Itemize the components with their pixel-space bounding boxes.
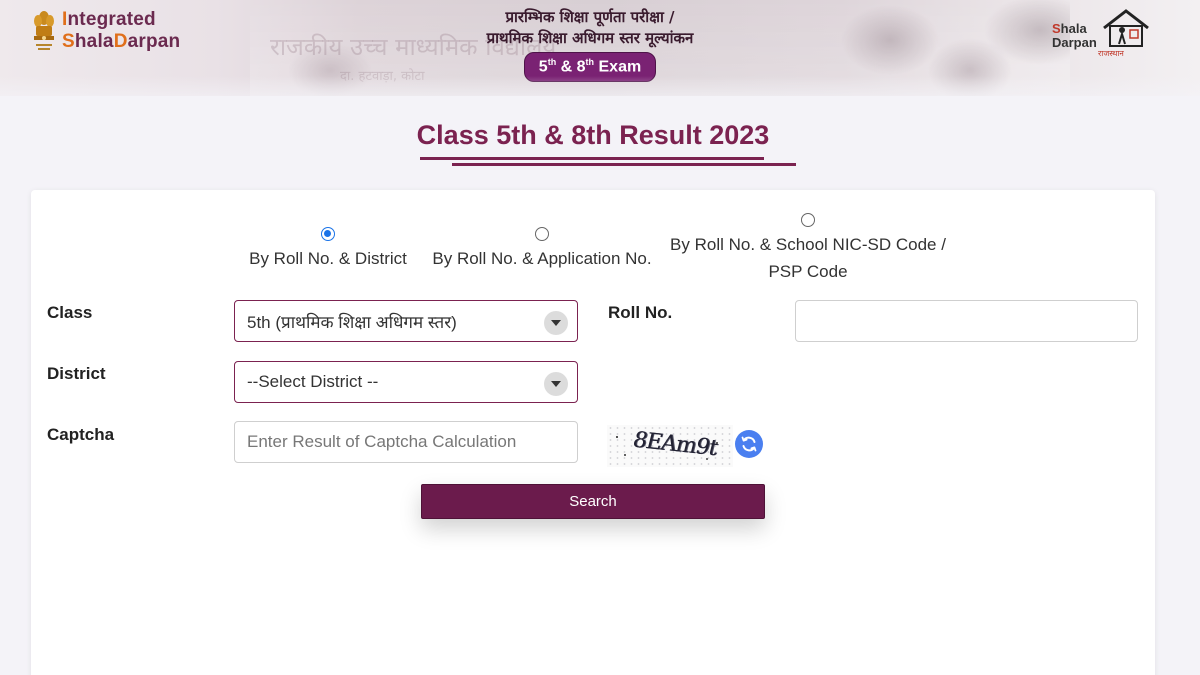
roll-no-label: Roll No. <box>608 303 673 322</box>
house-icon <box>1103 9 1149 47</box>
page-title: Class 5th & 8th Result 2023 <box>416 120 770 150</box>
captcha-image: 8EAm9t <box>607 425 733 467</box>
refresh-captcha-button[interactable] <box>735 430 763 458</box>
roll-no-input[interactable] <box>795 300 1138 342</box>
class-label: Class <box>47 303 93 322</box>
shaladarpan-rajasthan-logo[interactable]: Shala Darpan राजस्थान <box>1050 8 1160 58</box>
logo-wordmark: Integrated ShalaDarpan <box>62 9 181 52</box>
district-select-value: --Select District -- <box>247 372 379 391</box>
header-background-text-2: दा. हटवाड़ा, कोटा <box>340 69 425 84</box>
radio-roll-application[interactable] <box>535 227 549 241</box>
title-underline-2 <box>452 163 796 166</box>
refresh-icon <box>741 436 757 452</box>
search-mode-label-line2: PSP Code <box>768 262 848 281</box>
national-emblem-icon <box>30 8 58 54</box>
exam-title-block: प्रारम्भिक शिक्षा पूर्णता परीक्षा / प्रा… <box>440 7 740 83</box>
shaladarpan-right-wordmark: Shala Darpan <box>1052 21 1097 50</box>
class-select-value: 5th (प्राथमिक शिक्षा अधिगम स्तर) <box>247 312 457 332</box>
class-select[interactable]: 5th (प्राथमिक शिक्षा अधिगम स्तर) <box>234 300 578 342</box>
integrated-shaladarpan-logo[interactable]: Integrated ShalaDarpan <box>30 8 180 54</box>
search-mode-label: By Roll No. & District <box>249 249 407 268</box>
search-mode-roll-school-code[interactable]: By Roll No. & School NIC-SD Code / PSP C… <box>658 213 958 285</box>
captcha-input[interactable]: Enter Result of Captcha Calculation <box>234 421 578 463</box>
chevron-down-icon <box>544 372 568 396</box>
radio-roll-district[interactable] <box>321 227 335 241</box>
radio-roll-school-code[interactable] <box>801 213 815 227</box>
search-mode-label-line1: By Roll No. & School NIC-SD Code / <box>670 235 946 254</box>
district-select[interactable]: --Select District -- <box>234 361 578 403</box>
title-underline-1 <box>420 157 764 160</box>
search-button[interactable]: Search <box>421 484 765 519</box>
search-mode-roll-application[interactable]: By Roll No. & Application No. <box>412 227 672 272</box>
exam-title-hindi-line1: प्रारम्भिक शिक्षा पूर्णता परीक्षा / <box>505 8 675 26</box>
captcha-placeholder: Enter Result of Captcha Calculation <box>247 432 517 451</box>
header-banner: राजकीय उच्च माध्यमिक विद्यालय दा. हटवाड़… <box>0 0 1200 96</box>
rajasthan-tag: राजस्थान <box>1098 49 1124 58</box>
captcha-label: Captcha <box>47 425 115 444</box>
district-label: District <box>47 364 106 383</box>
exam-title-hindi-line2: प्राथमिक शिक्षा अधिगम स्तर मूल्यांकन <box>486 29 694 47</box>
search-mode-roll-district[interactable]: By Roll No. & District <box>228 227 428 272</box>
exam-pill-badge: 5th & 8th Exam <box>523 52 657 83</box>
search-mode-label: By Roll No. & Application No. <box>432 249 652 268</box>
chevron-down-icon <box>544 311 568 335</box>
